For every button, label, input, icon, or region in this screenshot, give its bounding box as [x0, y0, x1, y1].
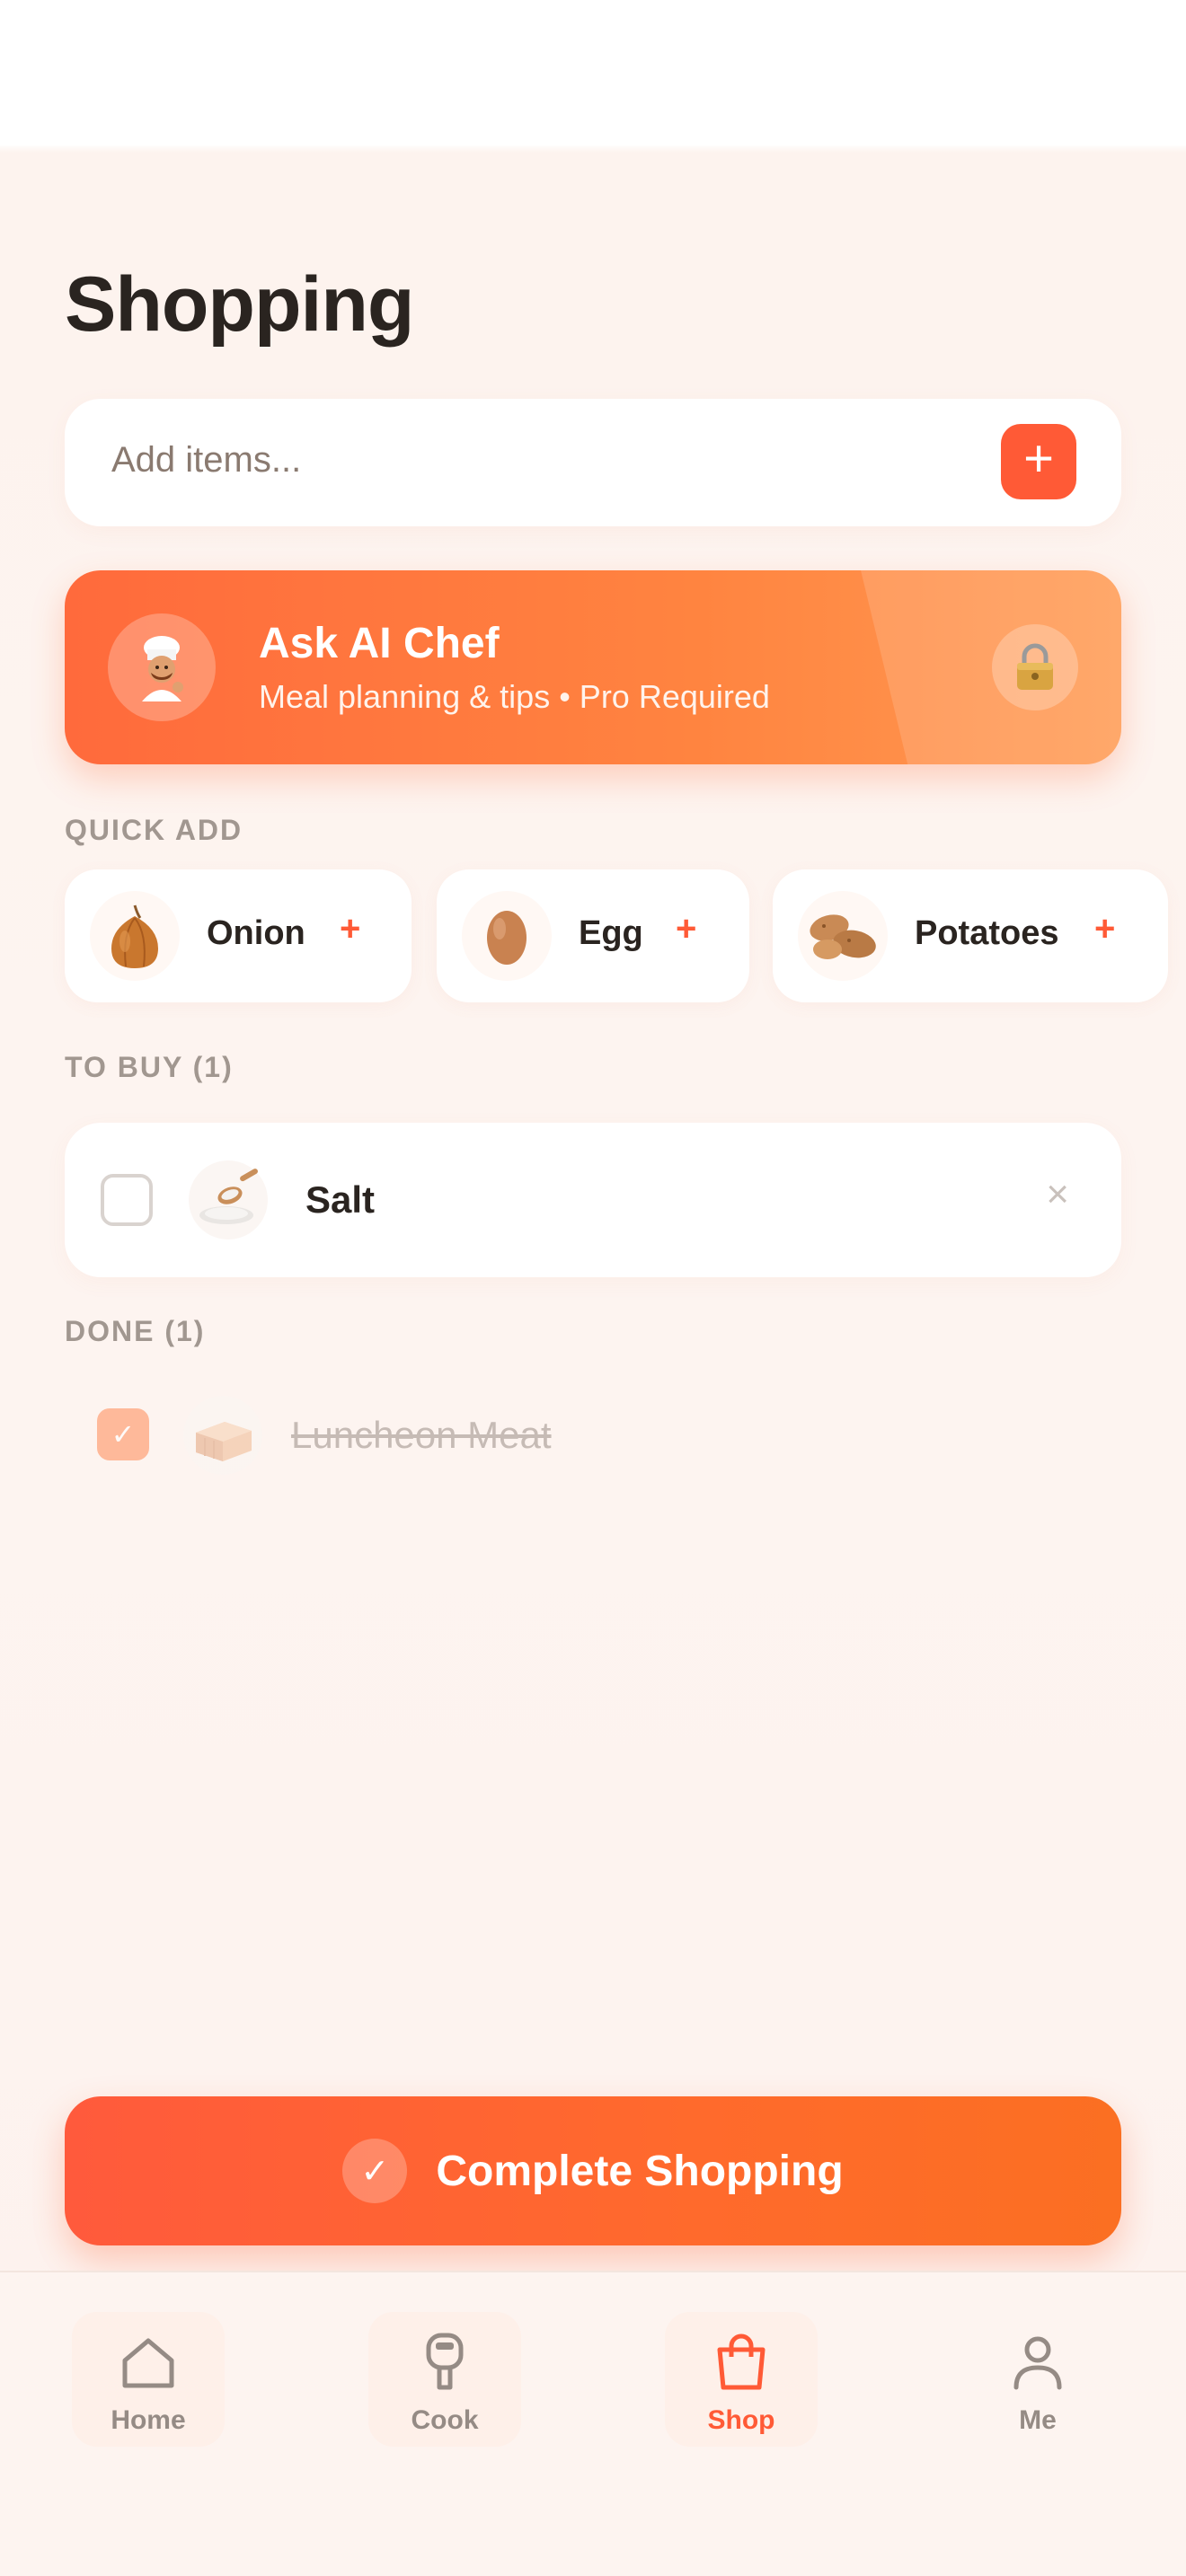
- tab-label-cook: Cook: [411, 2405, 479, 2435]
- plus-icon: +: [676, 909, 697, 948]
- add-items-input[interactable]: Add items...: [111, 440, 301, 481]
- check-circle-icon: ✓: [342, 2139, 408, 2203]
- complete-shopping-label: Complete Shopping: [436, 2147, 844, 2195]
- check-icon: ✓: [111, 1418, 136, 1451]
- egg-icon: [462, 891, 552, 981]
- page-title: Shopping: [65, 261, 414, 348]
- quick-add-label-onion: Onion: [207, 914, 305, 952]
- lock-icon: [992, 624, 1078, 710]
- plus-icon: +: [1023, 429, 1054, 488]
- item-name: Salt: [305, 1178, 376, 1221]
- quick-add-potatoes[interactable]: Potatoes +: [773, 869, 1168, 1002]
- status-bar-area: [0, 0, 1186, 146]
- plus-icon: +: [1094, 909, 1116, 948]
- plus-icon: +: [340, 909, 361, 948]
- onion-icon: [90, 891, 180, 981]
- shopping-bag-icon: [717, 2333, 766, 2390]
- done-label: DONE (1): [65, 1315, 206, 1347]
- item-checkbox[interactable]: [101, 1174, 153, 1226]
- item-checkbox-checked[interactable]: ✓: [97, 1408, 149, 1460]
- home-icon: [122, 2338, 174, 2388]
- to-buy-label: TO BUY (1): [65, 1051, 234, 1083]
- quick-add-onion[interactable]: Onion +: [65, 869, 412, 1002]
- close-icon[interactable]: ×: [1046, 1175, 1069, 1214]
- list-item[interactable]: ✓ Luncheon Meat: [65, 1392, 1121, 1478]
- chef-icon: [108, 613, 216, 721]
- quick-add-label-potatoes: Potatoes: [915, 914, 1059, 952]
- bottom-tab-bar: Home Cook Shop Me: [0, 2271, 1186, 2576]
- item-name: Luncheon Meat: [291, 1414, 552, 1456]
- tab-shop[interactable]: Shop: [665, 2312, 818, 2447]
- quick-add-egg[interactable]: Egg +: [437, 869, 749, 1002]
- tab-label-me: Me: [1019, 2405, 1057, 2435]
- quick-add-label-egg: Egg: [579, 914, 643, 952]
- luncheon-meat-icon: [183, 1396, 262, 1475]
- quick-add-label: QUICK ADD: [65, 814, 243, 846]
- complete-shopping-button[interactable]: ✓ Complete Shopping: [65, 2096, 1121, 2245]
- person-icon: [1013, 2336, 1062, 2390]
- ask-ai-chef-card[interactable]: Ask AI Chef Meal planning & tips • Pro R…: [65, 570, 1121, 764]
- tab-label-home: Home: [111, 2405, 186, 2435]
- tab-home[interactable]: Home: [72, 2312, 225, 2447]
- card-highlight: [861, 570, 1121, 764]
- ai-chef-title: Ask AI Chef: [259, 620, 500, 667]
- tab-cook[interactable]: Cook: [368, 2312, 521, 2447]
- add-items-bar[interactable]: Add items... +: [65, 399, 1121, 526]
- tab-me[interactable]: Me: [961, 2312, 1114, 2447]
- ai-chef-subtitle: Meal planning & tips • Pro Required: [259, 678, 770, 715]
- cook-icon: [426, 2333, 464, 2390]
- list-item[interactable]: Salt ×: [65, 1123, 1121, 1277]
- salt-icon: [189, 1160, 268, 1239]
- add-item-button[interactable]: +: [1001, 424, 1076, 499]
- tab-label-shop: Shop: [707, 2405, 775, 2435]
- potatoes-icon: [798, 891, 888, 981]
